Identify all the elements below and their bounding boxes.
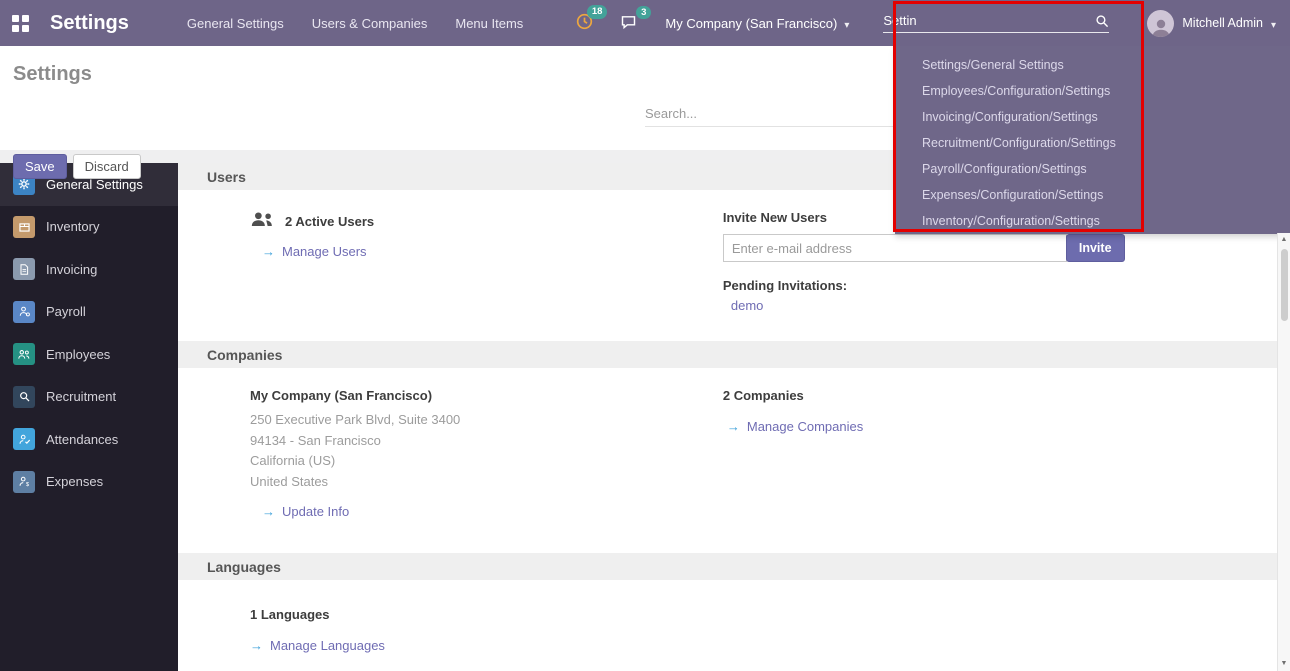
pending-invitations-label: Pending Invitations: <box>723 278 1290 293</box>
content-search <box>645 106 900 127</box>
app-menu: General Settings Users & Companies Menu … <box>173 0 537 46</box>
address-line: 250 Executive Park Blvd, Suite 3400 <box>250 410 723 431</box>
sidebar-item-label: Payroll <box>46 304 86 319</box>
app-title: Settings <box>50 12 129 35</box>
company-switcher-label: My Company (San Francisco) <box>665 16 837 31</box>
search-suggestion-item[interactable]: Expenses/Configuration/Settings <box>895 182 1290 208</box>
menu-menu-items[interactable]: Menu Items <box>441 0 537 46</box>
sidebar-item-label: Invoicing <box>46 262 97 277</box>
scroll-down-icon[interactable] <box>1278 659 1290 669</box>
arrow-right-icon <box>262 504 275 519</box>
page-title: Settings <box>13 63 92 86</box>
apps-menu-button[interactable] <box>12 15 29 32</box>
sidebar-item-label: Attendances <box>46 432 118 447</box>
sidebar-item-payroll[interactable]: Payroll <box>0 291 178 334</box>
search-suggestion-item[interactable]: Payroll/Configuration/Settings <box>895 156 1290 182</box>
company-name: My Company (San Francisco) <box>250 388 723 403</box>
invoice-document-icon <box>13 258 35 280</box>
top-navbar: Settings General Settings Users & Compan… <box>0 0 1290 46</box>
chevron-down-icon <box>844 16 849 31</box>
search-suggestions-panel: Settings/General Settings Employees/Conf… <box>895 46 1290 234</box>
sidebar-item-label: Inventory <box>46 219 99 234</box>
languages-count: 1 Languages <box>250 607 723 622</box>
manage-companies-link[interactable]: Manage Companies <box>727 419 863 434</box>
sidebar-item-label: Recruitment <box>46 389 116 404</box>
pending-user-link[interactable]: demo <box>731 298 764 313</box>
scroll-up-icon[interactable] <box>1278 235 1290 245</box>
sidebar-item-label: Expenses <box>46 474 103 489</box>
navbar-search-field <box>883 13 1109 33</box>
arrow-right-icon <box>250 638 263 653</box>
section-header-companies: Companies <box>178 341 1290 368</box>
address-line: California (US) <box>250 451 723 472</box>
apps-grid-icon <box>12 15 29 32</box>
section-header-languages: Languages <box>178 553 1290 580</box>
active-users-count: 2 Active Users <box>285 214 374 229</box>
search-suggestion-item[interactable]: Settings/General Settings <box>895 52 1290 78</box>
payroll-person-icon <box>13 301 35 323</box>
invite-button[interactable]: Invite <box>1066 234 1125 262</box>
arrow-right-icon <box>262 244 275 259</box>
search-suggestion-item[interactable]: Inventory/Configuration/Settings <box>895 208 1290 234</box>
user-name-label: Mitchell Admin <box>1182 16 1263 30</box>
sidebar-item-recruitment[interactable]: Recruitment <box>0 376 178 419</box>
vertical-scrollbar[interactable] <box>1277 233 1290 671</box>
update-info-link[interactable]: Update Info <box>262 504 349 519</box>
message-count-badge: 3 <box>636 6 651 20</box>
box-icon <box>13 216 35 238</box>
section-languages: 1 Languages Manage Languages <box>178 580 1290 653</box>
arrow-right-icon <box>727 419 740 434</box>
discard-button[interactable]: Discard <box>73 154 141 179</box>
menu-general-settings[interactable]: General Settings <box>173 0 298 46</box>
sidebar-item-label: General Settings <box>46 177 143 192</box>
navbar-search-input[interactable] <box>883 13 1095 28</box>
user-menu-button[interactable]: Mitchell Admin <box>1133 10 1290 37</box>
employees-people-icon <box>13 343 35 365</box>
expenses-dollar-icon: $ <box>13 471 35 493</box>
magnifier-icon <box>13 386 35 408</box>
section-companies: My Company (San Francisco) 250 Executive… <box>178 368 1290 553</box>
address-line: 94134 - San Francisco <box>250 431 723 452</box>
svg-text:$: $ <box>25 482 29 488</box>
content-area: General Settings Inventory Invoicing Pay… <box>0 163 1290 671</box>
manage-users-link[interactable]: Manage Users <box>262 244 367 259</box>
navbar-search <box>883 13 1133 33</box>
sidebar-item-label: Employees <box>46 347 110 362</box>
search-suggestion-item[interactable]: Employees/Configuration/Settings <box>895 78 1290 104</box>
settings-main-pane: Users 2 Active Users Manage Users Invite… <box>178 163 1290 671</box>
header-actions: Save Discard <box>13 154 141 179</box>
save-button[interactable]: Save <box>13 154 67 179</box>
companies-count: 2 Companies <box>723 388 1290 403</box>
sidebar-item-employees[interactable]: Employees <box>0 333 178 376</box>
users-group-icon <box>250 210 276 232</box>
search-suggestion-item[interactable]: Invoicing/Configuration/Settings <box>895 104 1290 130</box>
activity-count-badge: 18 <box>587 5 608 19</box>
messages-systray-button[interactable]: 3 <box>620 14 637 33</box>
sidebar-item-invoicing[interactable]: Invoicing <box>0 248 178 291</box>
user-avatar <box>1147 10 1174 37</box>
search-icon[interactable] <box>1095 14 1109 28</box>
activity-systray-button[interactable]: 18 <box>576 13 593 33</box>
chevron-down-icon <box>1271 16 1276 31</box>
menu-users-companies[interactable]: Users & Companies <box>298 0 442 46</box>
attendance-check-icon <box>13 428 35 450</box>
sidebar-item-attendances[interactable]: Attendances <box>0 418 178 461</box>
manage-languages-link[interactable]: Manage Languages <box>250 638 385 653</box>
content-search-input[interactable] <box>645 106 900 127</box>
invite-email-input[interactable] <box>723 234 1067 262</box>
company-address: 250 Executive Park Blvd, Suite 3400 9413… <box>250 410 723 492</box>
chat-bubble-icon <box>620 14 637 33</box>
systray: 18 3 My Company (San Francisco) <box>576 10 1290 37</box>
scrollbar-thumb[interactable] <box>1281 249 1288 321</box>
company-switcher-button[interactable]: My Company (San Francisco) <box>665 16 849 31</box>
sidebar-item-inventory[interactable]: Inventory <box>0 206 178 249</box>
sidebar-item-expenses[interactable]: $ Expenses <box>0 461 178 504</box>
address-line: United States <box>250 472 723 493</box>
search-suggestion-item[interactable]: Recruitment/Configuration/Settings <box>895 130 1290 156</box>
odoo-settings-screen: Settings General Settings Users & Compan… <box>0 0 1290 671</box>
settings-sidebar: General Settings Inventory Invoicing Pay… <box>0 163 178 671</box>
